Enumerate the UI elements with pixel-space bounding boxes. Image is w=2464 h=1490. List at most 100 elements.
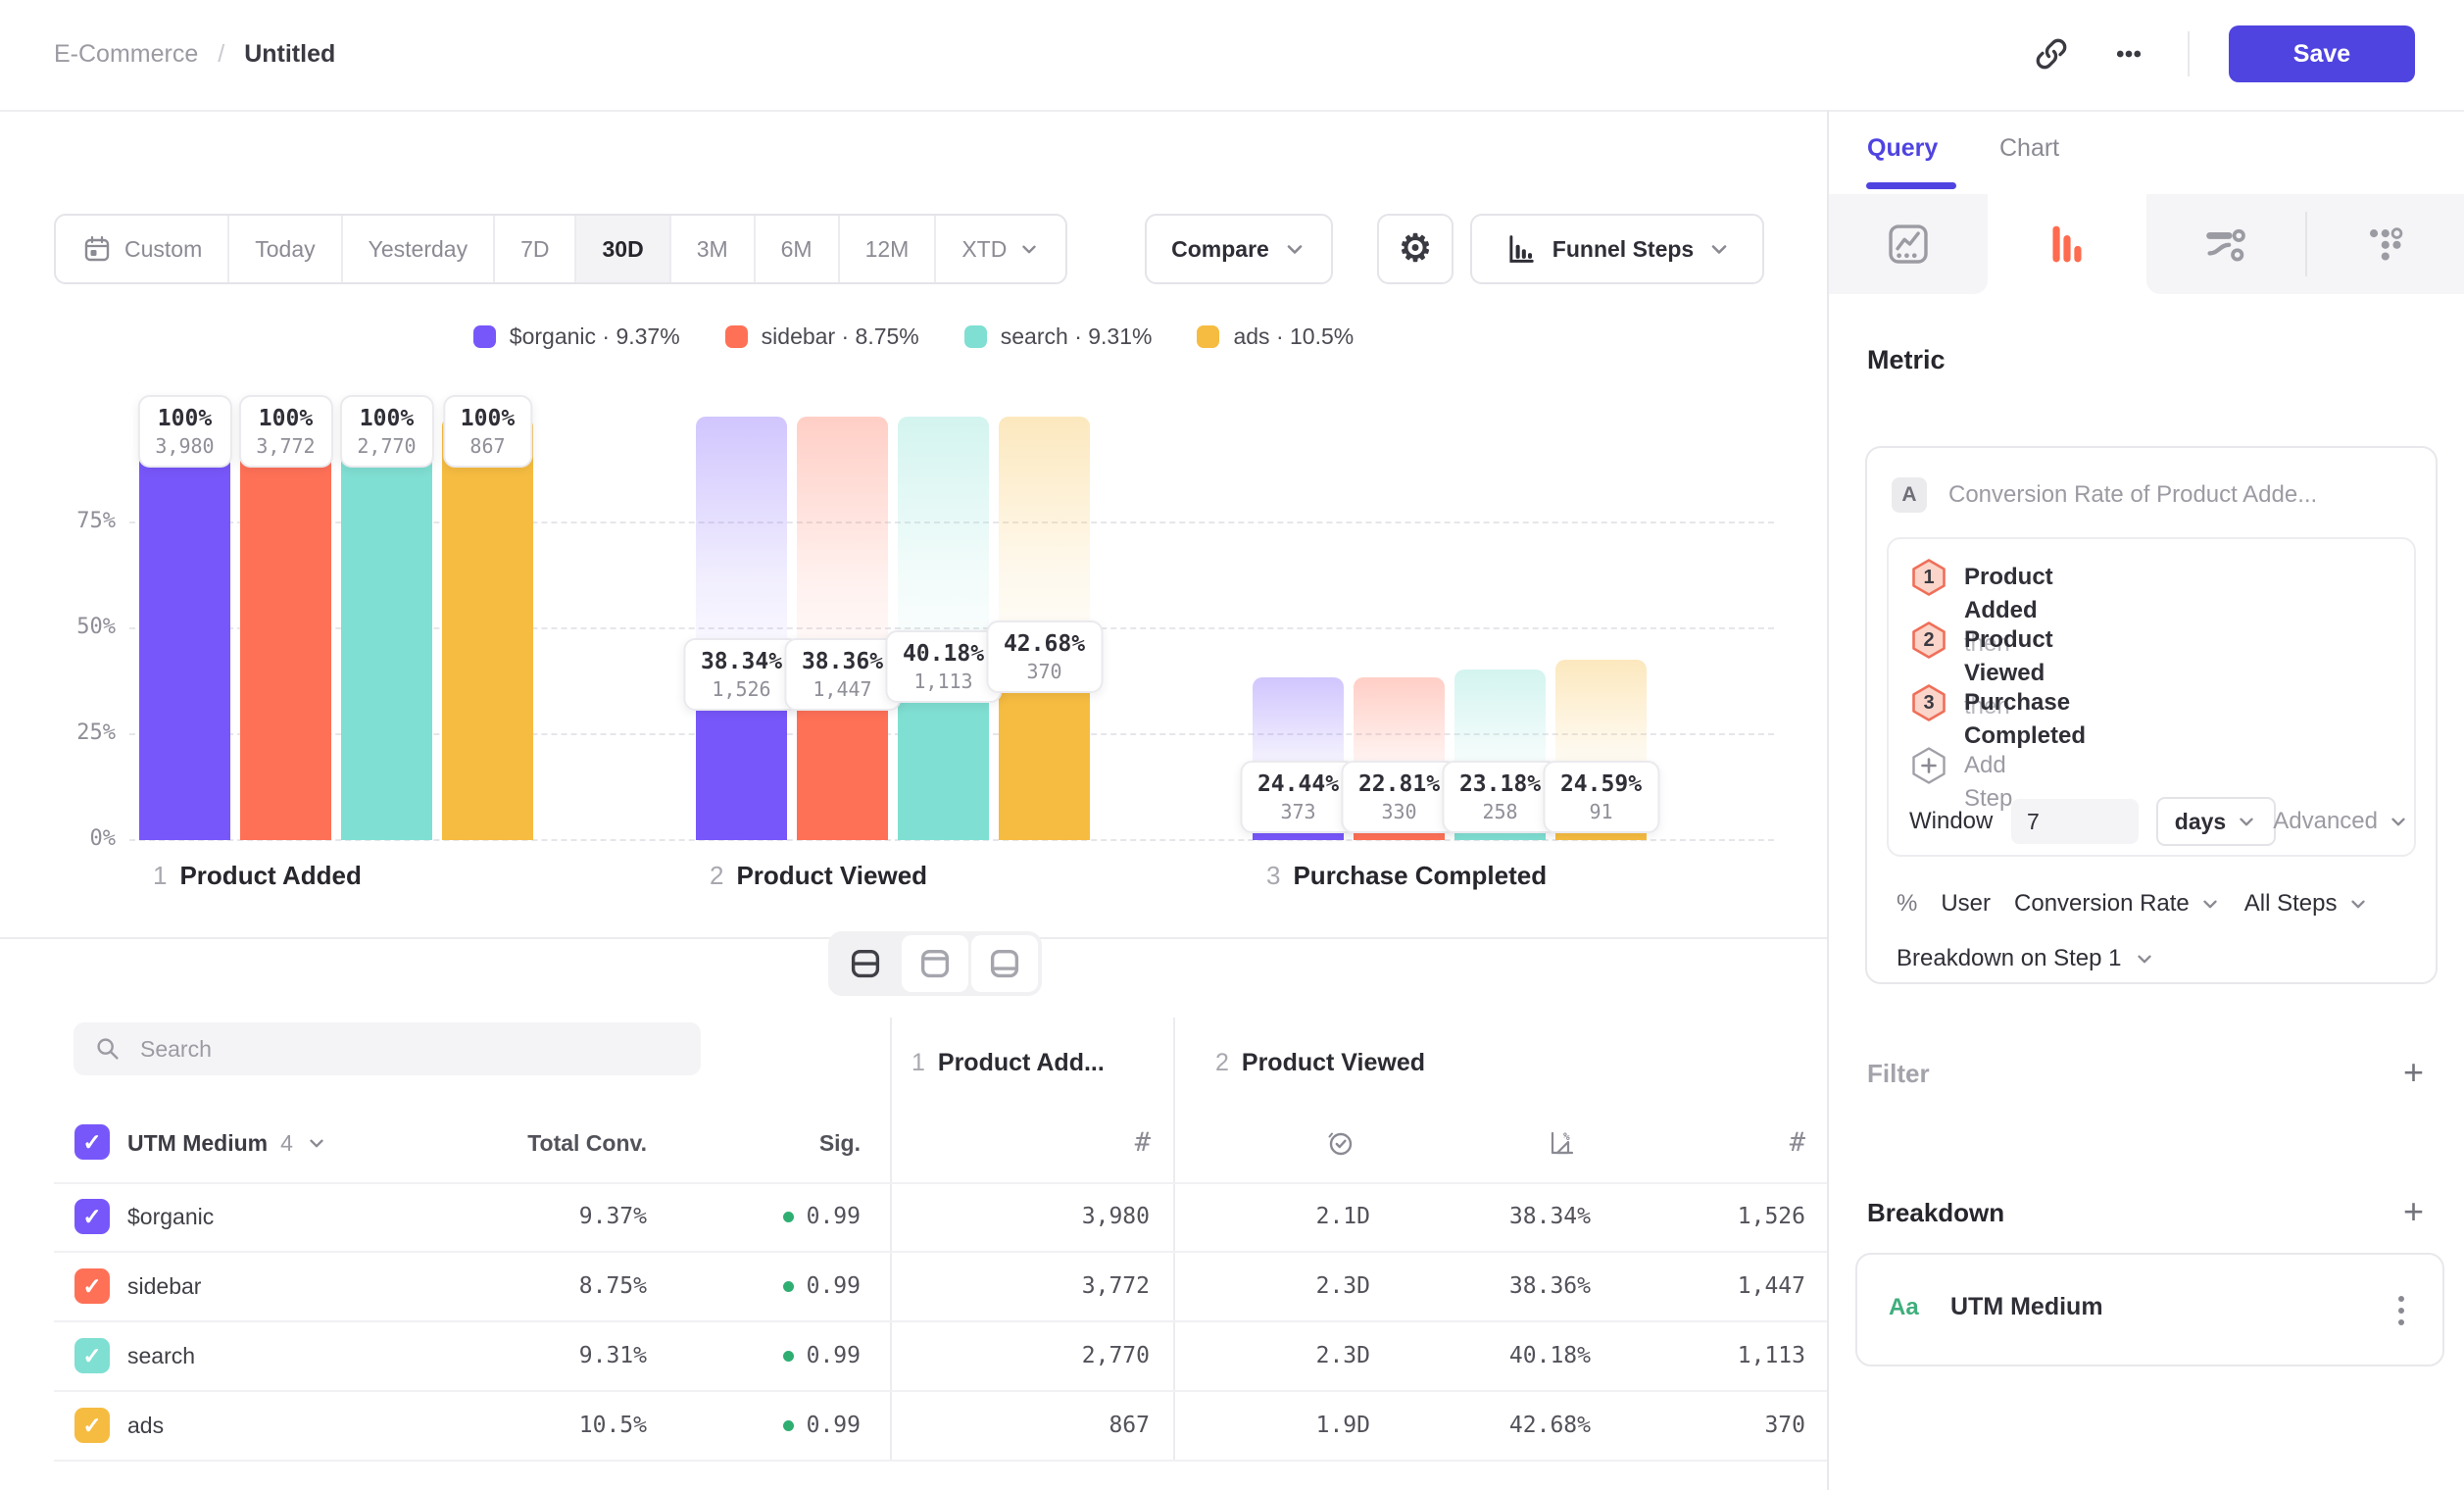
row-checkbox[interactable]: ✓: [74, 1268, 110, 1304]
breakdown-on-select[interactable]: Breakdown on Step 1: [1897, 942, 2155, 975]
view-toggle-panel-bottom[interactable]: [971, 935, 1038, 992]
window-unit-select[interactable]: days: [2156, 797, 2276, 846]
add-step-button[interactable]: Add Step: [1964, 749, 2012, 782]
query-step-row[interactable]: Product Added then: [1964, 561, 2053, 594]
measure-entity[interactable]: User: [1941, 890, 1991, 918]
sig-number: 0.99: [807, 1204, 861, 1229]
breakdown-item-name: UTM Medium: [1950, 1293, 2103, 1321]
bar-pct: 38.34%: [701, 647, 782, 676]
bar-value-label: 24.59%91: [1543, 761, 1659, 833]
measure-scope-select[interactable]: All Steps: [2244, 890, 2369, 918]
bar-pct: 100%: [155, 404, 214, 433]
bar-pct: 24.59%: [1560, 770, 1642, 799]
funnel-icon: [2043, 220, 2092, 269]
save-button[interactable]: Save: [2229, 25, 2415, 82]
step2-count: 1,447: [1511, 1269, 1805, 1303]
bar-value-label: 22.81%330: [1341, 761, 1457, 833]
panel-top-icon: [917, 946, 953, 981]
view-toggle-panel-top[interactable]: [902, 935, 968, 992]
bar-value-label: 38.36%1,447: [784, 638, 901, 711]
measure-prefix[interactable]: %: [1897, 890, 1917, 918]
total-conv-value: 9.37%: [353, 1200, 647, 1233]
chevron-down-icon: [2347, 893, 2369, 915]
report-tab-insights[interactable]: [1829, 194, 1988, 294]
tab-chart-label: Chart: [1999, 134, 2059, 163]
bar-count: 1,113: [903, 669, 984, 694]
metric-heading: Metric: [1867, 345, 1946, 375]
step2-count: 370: [1511, 1409, 1805, 1442]
bar-value-label: 23.18%258: [1442, 761, 1558, 833]
funnel-report-app: E-Commerce / Untitled Save CustomTodayYe…: [0, 0, 2464, 1490]
active-tab-underline: [1866, 182, 1956, 189]
topbar-actions: Save: [2033, 0, 2415, 108]
split-horizontal-icon: [848, 946, 883, 981]
tab-chart[interactable]: Chart: [1999, 110, 2059, 186]
tab-query[interactable]: Query: [1867, 110, 1938, 186]
funnel-bar[interactable]: [341, 417, 432, 840]
avg-time-icon: [1325, 1127, 1356, 1159]
query-step-row[interactable]: Product Viewed then: [1964, 623, 2053, 657]
row-checkbox[interactable]: ✓: [74, 1338, 110, 1373]
row-checkbox[interactable]: ✓: [74, 1199, 110, 1234]
breakdown-item-card[interactable]: Aa UTM Medium: [1855, 1253, 2444, 1366]
bar-pct: 23.18%: [1459, 770, 1541, 799]
svg-text:%: %: [1563, 1130, 1570, 1143]
sig-dot: [783, 1212, 794, 1222]
funnel-bar[interactable]: [139, 417, 230, 840]
row-checkbox[interactable]: ✓: [74, 1408, 110, 1443]
retention-icon: [2360, 220, 2409, 269]
flows-icon: [2201, 220, 2250, 269]
bar-count: 1,447: [802, 676, 883, 702]
add-breakdown-button[interactable]: +: [2403, 1194, 2424, 1229]
measure-metric-label: Conversion Rate: [2014, 890, 2190, 918]
series-badge: A: [1892, 477, 1927, 513]
total-conv-value: 9.31%: [353, 1339, 647, 1372]
query-step-row[interactable]: Purchase Completed: [1964, 686, 2086, 720]
more-menu-icon[interactable]: [2109, 34, 2148, 74]
step-badge-number: 2: [1909, 621, 1948, 660]
bar-value-label: 100%2,770: [339, 395, 433, 468]
step-badge: 3: [1909, 683, 1948, 722]
bar-value-label: 38.34%1,526: [683, 638, 800, 711]
report-tab-retention[interactable]: [2305, 194, 2464, 294]
row-label: ads: [127, 1409, 164, 1442]
advanced-toggle[interactable]: Advanced: [2284, 805, 2409, 838]
window-value-input[interactable]: 7: [2011, 799, 2139, 844]
count-icon: #: [1762, 1127, 1805, 1158]
sig-number: 0.99: [807, 1343, 861, 1368]
metric-series-row[interactable]: A Conversion Rate of Product Adde...: [1892, 477, 2317, 513]
link-icon[interactable]: [2033, 35, 2070, 73]
chevron-down-icon: [2134, 948, 2155, 969]
sig-number: 0.99: [807, 1413, 861, 1438]
bar-value-label: 100%3,980: [137, 395, 231, 468]
report-tab-funnel[interactable]: [1988, 194, 2146, 294]
layout-view-toggle: [828, 931, 1042, 996]
chevron-down-icon: [2388, 811, 2409, 832]
bar-pct: 100%: [256, 404, 315, 433]
bar-count: 373: [1257, 799, 1339, 824]
chevron-down-icon: [2236, 811, 2257, 832]
report-tab-flows[interactable]: [2146, 194, 2305, 294]
bar-value-label: 42.68%370: [986, 621, 1103, 693]
conv-rate-icon: %: [1547, 1127, 1578, 1159]
kebab-menu-icon[interactable]: [2394, 1291, 2408, 1335]
tab-query-label: Query: [1867, 134, 1938, 163]
bar-value-label: 40.18%1,113: [885, 630, 1002, 703]
row-label: $organic: [127, 1200, 214, 1233]
bar-pct: 24.44%: [1257, 770, 1339, 799]
bar-pct: 100%: [357, 404, 416, 433]
step2-count: 1,113: [1511, 1339, 1805, 1372]
step2-count: 1,526: [1511, 1200, 1805, 1233]
funnel-bar[interactable]: [240, 417, 331, 840]
step-badge: 1: [1909, 558, 1948, 597]
bar-count: 1,526: [701, 676, 782, 702]
view-toggle-split-horizontal[interactable]: [832, 935, 899, 992]
add-filter-button[interactable]: +: [2403, 1055, 2424, 1090]
sig-value: 0.99: [665, 1200, 861, 1233]
insights-icon: [1884, 220, 1933, 269]
bar-count: 3,772: [256, 433, 315, 459]
window-label: Window: [1909, 805, 1993, 838]
funnel-bar[interactable]: [442, 417, 533, 840]
measure-metric-select[interactable]: Conversion Rate: [2014, 890, 2221, 918]
bar-pct: 100%: [461, 404, 515, 433]
